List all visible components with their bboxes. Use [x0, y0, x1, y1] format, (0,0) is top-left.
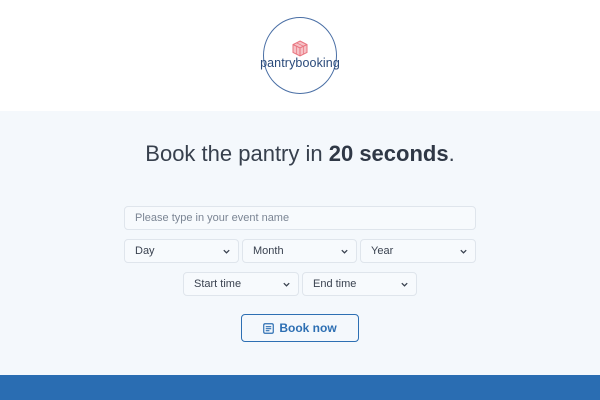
start-time-select-value: Start time: [194, 278, 242, 290]
page-headline: Book the pantry in 20 seconds.: [0, 141, 600, 167]
day-select-value: Day: [135, 245, 155, 257]
chevron-down-icon: [223, 249, 230, 254]
chevron-down-icon: [283, 282, 290, 287]
headline-suffix: .: [448, 141, 455, 166]
year-select-value: Year: [371, 245, 394, 257]
logo-text: pantrybooking: [260, 56, 340, 70]
day-select[interactable]: Day: [124, 239, 239, 263]
month-select[interactable]: Month: [242, 239, 357, 263]
end-time-select[interactable]: End time: [302, 272, 417, 296]
booking-section: Book the pantry in 20 seconds. Day Month…: [0, 111, 600, 375]
site-header: pantrybooking: [0, 0, 600, 111]
start-time-select[interactable]: Start time: [183, 272, 299, 296]
month-select-value: Month: [253, 245, 284, 257]
book-now-button[interactable]: Book now: [241, 314, 359, 342]
year-select[interactable]: Year: [360, 239, 476, 263]
cube-icon: [292, 40, 308, 57]
headline-prefix: Book the pantry in: [145, 141, 329, 166]
chevron-down-icon: [401, 282, 408, 287]
calendar-list-icon: [263, 322, 275, 334]
end-time-select-value: End time: [313, 278, 357, 290]
footer-bar: [0, 375, 600, 400]
chevron-down-icon: [341, 249, 348, 254]
book-now-label: Book now: [279, 321, 337, 335]
chevron-down-icon: [460, 249, 467, 254]
event-name-input[interactable]: [124, 206, 476, 230]
headline-emphasis: 20 seconds: [328, 141, 449, 166]
